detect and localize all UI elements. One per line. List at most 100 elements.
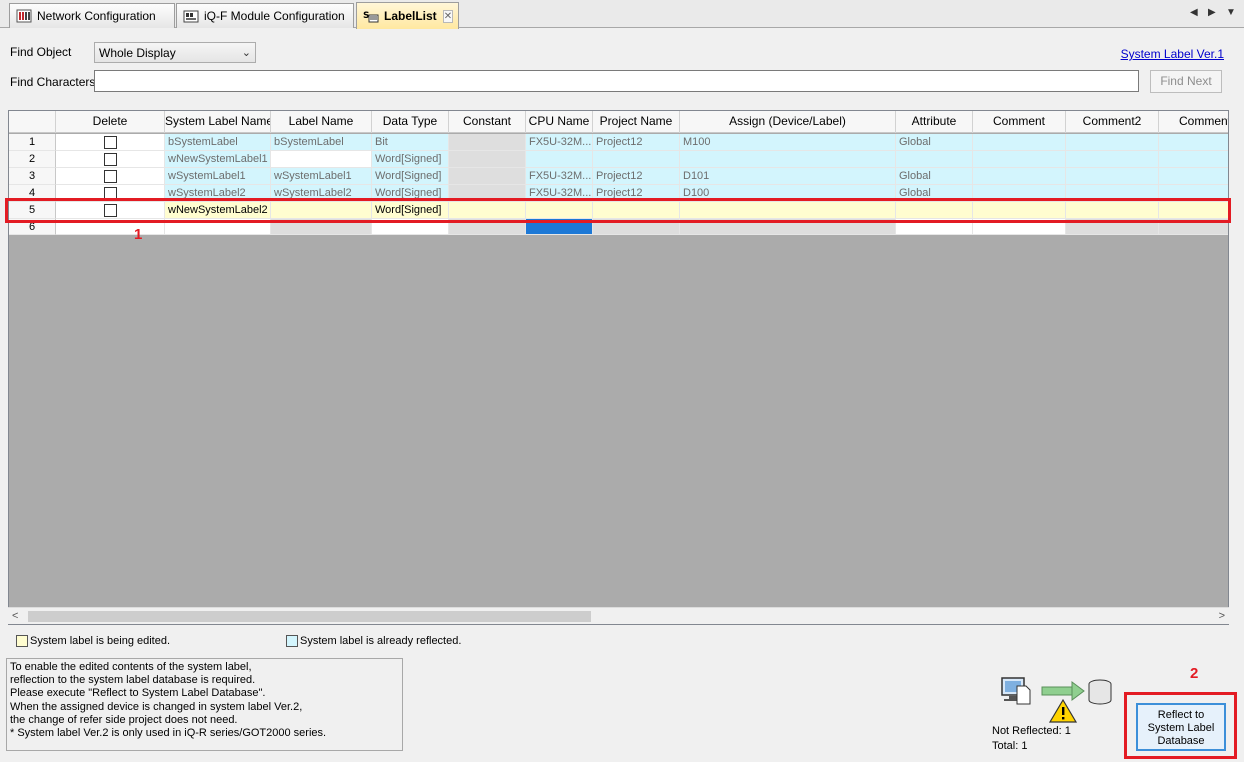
header-label-name[interactable]: Label Name: [271, 111, 372, 133]
constant-cell: [449, 168, 526, 185]
comment3-cell[interactable]: [1159, 151, 1228, 168]
label-name-cell[interactable]: wSystemLabel1: [271, 168, 372, 185]
horizontal-scrollbar[interactable]: < >: [8, 607, 1229, 624]
data-type-cell[interactable]: Word[Signed]: [372, 151, 449, 168]
label-name-cell[interactable]: [271, 151, 372, 168]
system-label-grid: Delete System Label Name▲ Label Name Dat…: [8, 110, 1229, 625]
info-message: To enable the edited contents of the sys…: [6, 658, 403, 751]
system-label-icon: S: [363, 9, 379, 23]
constant-cell: [449, 151, 526, 168]
header-comment3[interactable]: Comment3: [1159, 111, 1228, 133]
find-characters-input[interactable]: [94, 70, 1139, 92]
tab-bar: Network Configuration iQ-F Module Config…: [0, 0, 1244, 29]
comment3-cell[interactable]: [1159, 168, 1228, 185]
project-name-cell[interactable]: Project12: [593, 134, 680, 151]
cpu-name-cell[interactable]: FX5U-32M...: [526, 134, 593, 151]
comment2-cell[interactable]: [1066, 168, 1159, 185]
module-config-icon: [183, 9, 199, 23]
comment-cell[interactable]: [973, 151, 1066, 168]
legend-editing-swatch: [16, 635, 28, 647]
find-characters-label: Find Characters: [10, 75, 96, 89]
system-label-name-cell[interactable]: bSystemLabel: [165, 134, 271, 151]
find-object-label: Find Object: [10, 45, 72, 59]
header-comment2[interactable]: Comment2: [1066, 111, 1159, 133]
legend-reflected-swatch: [286, 635, 298, 647]
comment2-cell[interactable]: [1066, 134, 1159, 151]
tab-label: Network Configuration: [37, 9, 156, 23]
delete-cell: [56, 168, 165, 185]
annotation-number-1: 1: [134, 226, 143, 243]
header-constant[interactable]: Constant: [449, 111, 526, 133]
tab-label: LabelList: [384, 9, 437, 23]
data-type-cell[interactable]: Bit: [372, 134, 449, 151]
header-data-type[interactable]: Data Type: [372, 111, 449, 133]
tab-scroll-left-icon[interactable]: ◀: [1190, 7, 1198, 18]
project-name-cell[interactable]: Project12: [593, 168, 680, 185]
cpu-name-cell[interactable]: [526, 151, 593, 168]
tab-list-dropdown-icon[interactable]: ▼: [1226, 7, 1236, 18]
table-row[interactable]: 3 wSystemLabel1 wSystemLabel1 Word[Signe…: [9, 168, 1228, 185]
header-project-name[interactable]: Project Name: [593, 111, 680, 133]
comment-cell[interactable]: [973, 134, 1066, 151]
annotation-highlight-row: [5, 198, 1231, 223]
header-delete[interactable]: Delete: [56, 111, 165, 133]
tab-network-configuration[interactable]: Network Configuration: [9, 3, 175, 28]
delete-checkbox[interactable]: [103, 153, 117, 167]
arrow-right-icon: [1041, 681, 1085, 701]
not-reflected-count: Not Reflected: 1: [992, 725, 1071, 737]
comment-cell[interactable]: [973, 168, 1066, 185]
table-row[interactable]: 2 wNewSystemLabel1 Word[Signed]: [9, 151, 1228, 168]
annotation-highlight-button: [1124, 692, 1237, 759]
delete-checkbox[interactable]: [103, 136, 117, 150]
system-label-version-link[interactable]: System Label Ver.1: [1121, 47, 1224, 61]
chevron-down-icon: ⌄: [241, 47, 251, 59]
header-comment[interactable]: Comment: [973, 111, 1066, 133]
header-attribute[interactable]: Attribute: [896, 111, 973, 133]
assign-cell[interactable]: [680, 151, 896, 168]
grid-header: Delete System Label Name▲ Label Name Dat…: [9, 111, 1228, 133]
attribute-cell[interactable]: Global: [896, 134, 973, 151]
table-row[interactable]: 1 bSystemLabel bSystemLabel Bit FX5U-32M…: [9, 134, 1228, 151]
tab-scroll-right-icon[interactable]: ▶: [1208, 7, 1216, 18]
attribute-cell[interactable]: [896, 151, 973, 168]
annotation-number-2: 2: [1190, 665, 1199, 682]
label-name-cell[interactable]: bSystemLabel: [271, 134, 372, 151]
warning-icon: [1048, 698, 1078, 723]
header-cpu-name[interactable]: CPU Name: [526, 111, 593, 133]
close-icon[interactable]: ✕: [442, 9, 454, 23]
system-label-name-cell[interactable]: wNewSystemLabel1: [165, 151, 271, 168]
find-next-button[interactable]: Find Next: [1150, 70, 1222, 93]
legend-reflected-label: System label is already reflected.: [300, 635, 462, 647]
project-name-cell[interactable]: [593, 151, 680, 168]
legend-editing-label: System label is being edited.: [30, 635, 171, 647]
reflect-status-graphic: [1000, 676, 1118, 726]
header-rownum: [9, 111, 56, 133]
header-assign[interactable]: Assign (Device/Label): [680, 111, 896, 133]
tab-label: iQ-F Module Configuration: [204, 9, 345, 23]
scrollbar-thumb[interactable]: [28, 611, 591, 622]
row-number: 1: [9, 134, 56, 151]
cpu-name-cell[interactable]: FX5U-32M...: [526, 168, 593, 185]
header-system-label-name[interactable]: System Label Name▲: [165, 111, 271, 133]
delete-cell: [56, 151, 165, 168]
comment2-cell[interactable]: [1066, 151, 1159, 168]
delete-cell: [56, 134, 165, 151]
tab-module-configuration[interactable]: iQ-F Module Configuration: [176, 3, 354, 28]
find-object-select[interactable]: Whole Display ⌄: [94, 42, 256, 63]
assign-cell[interactable]: M100: [680, 134, 896, 151]
network-config-icon: [16, 9, 32, 23]
tab-labellist[interactable]: S LabelList ✕: [356, 2, 459, 29]
assign-cell[interactable]: D101: [680, 168, 896, 185]
scroll-right-icon[interactable]: >: [1219, 610, 1225, 622]
scroll-left-icon[interactable]: <: [12, 610, 18, 622]
database-icon: [1088, 679, 1112, 705]
delete-checkbox[interactable]: [103, 170, 117, 184]
constant-cell: [449, 134, 526, 151]
data-type-cell[interactable]: Word[Signed]: [372, 168, 449, 185]
system-label-name-cell[interactable]: wSystemLabel1: [165, 168, 271, 185]
attribute-cell[interactable]: Global: [896, 168, 973, 185]
row-number: 3: [9, 168, 56, 185]
find-object-value: Whole Display: [99, 46, 176, 60]
comment3-cell[interactable]: [1159, 134, 1228, 151]
total-count: Total: 1: [992, 740, 1028, 752]
